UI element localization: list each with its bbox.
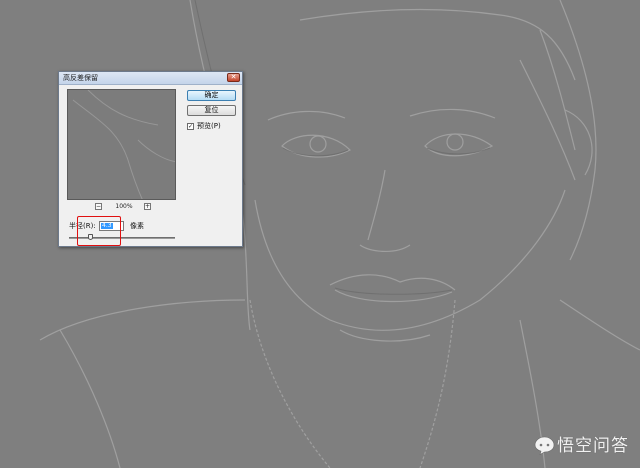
close-icon[interactable]: ✕: [227, 73, 240, 82]
preview-image: [72, 90, 175, 199]
radius-slider-track[interactable]: [69, 237, 175, 239]
ok-button[interactable]: 确定: [187, 90, 236, 101]
dialog-title: 高反差保留: [63, 74, 98, 82]
radius-input[interactable]: 4.3: [99, 221, 124, 231]
reset-button[interactable]: 复位: [187, 105, 236, 116]
radius-value: 4.3: [101, 222, 113, 229]
preview-checkbox[interactable]: ✓: [187, 123, 194, 130]
watermark-text: 悟空问答: [557, 436, 629, 456]
dialog-titlebar[interactable]: 高反差保留 ✕: [59, 72, 242, 85]
zoom-in-button[interactable]: +: [144, 203, 151, 210]
zoom-level: 100%: [115, 203, 133, 210]
radius-label: 半径(R):: [69, 222, 96, 230]
zoom-out-button[interactable]: −: [95, 203, 102, 210]
speech-bubble-logo-icon: [534, 436, 555, 455]
watermark: 悟空问答: [534, 433, 638, 459]
preview-checkbox-label[interactable]: 预览(P): [197, 122, 221, 131]
radius-slider-thumb[interactable]: [87, 234, 93, 240]
radius-unit-label: 像素: [130, 222, 144, 230]
filter-preview-pane[interactable]: [67, 89, 176, 200]
high-pass-dialog: 高反差保留 ✕ − 100% + 确定 复位 ✓ 预览(P) 半径(R): 4.…: [58, 71, 243, 247]
